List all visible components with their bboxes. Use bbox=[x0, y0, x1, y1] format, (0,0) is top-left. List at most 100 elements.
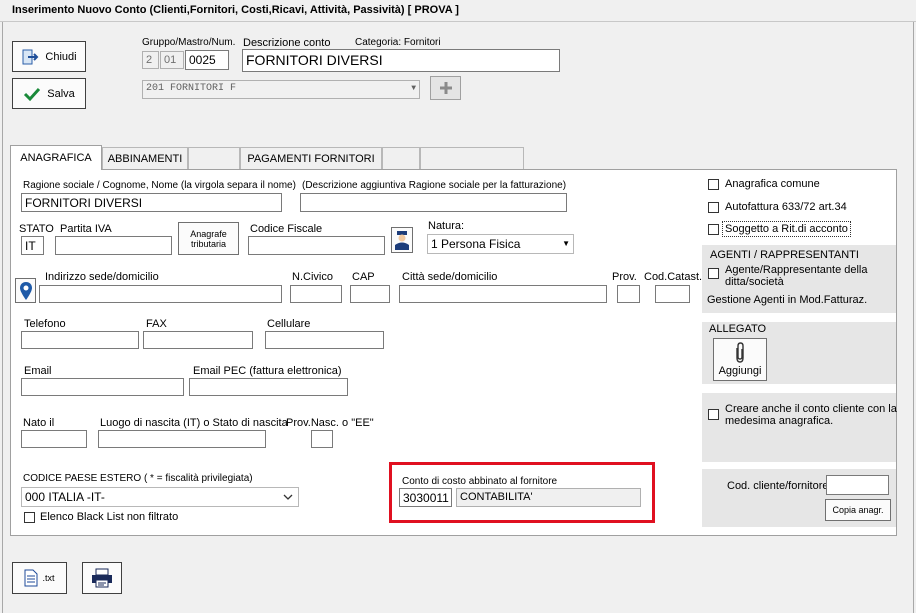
tab-pagamenti-label: PAGAMENTI FORNITORI bbox=[247, 152, 375, 165]
text-file-icon bbox=[24, 569, 38, 587]
agente-label-2: ditta/società bbox=[725, 276, 784, 288]
paperclip-icon bbox=[736, 342, 744, 363]
autofattura-label: Autofattura 633/72 art.34 bbox=[725, 201, 847, 213]
printer-icon bbox=[92, 568, 112, 588]
category-label: Categoria: Fornitori bbox=[355, 37, 441, 48]
gestione-agenti-label: Gestione Agenti in Mod.Fatturaz. bbox=[707, 294, 868, 306]
crea-cliente-checkbox[interactable] bbox=[708, 409, 719, 420]
exit-icon bbox=[22, 49, 39, 64]
close-label: Chiudi bbox=[45, 50, 77, 63]
civico-field[interactable] bbox=[290, 285, 342, 303]
fax-label: FAX bbox=[146, 318, 167, 330]
copia-anagrafica-button[interactable]: Copia anagr. bbox=[825, 499, 891, 521]
desc-aggiuntiva-label: (Descrizione aggiuntiva Ragione sociale … bbox=[302, 180, 567, 191]
mastro-field: 01 bbox=[160, 51, 184, 69]
map-button[interactable] bbox=[15, 278, 36, 303]
mastro-select[interactable]: 201 FORNITORI F ▼ bbox=[142, 80, 420, 99]
code-label: Gruppo/Mastro/Num. bbox=[142, 37, 236, 48]
autofattura-checkbox[interactable] bbox=[708, 202, 719, 213]
ragione-label: Ragione sociale / Cognome, Nome (la virg… bbox=[23, 180, 296, 191]
paese-estero-label: CODICE PAESE ESTERO ( * = fiscalità priv… bbox=[23, 473, 253, 484]
plus-icon bbox=[439, 82, 452, 94]
anag-comune-label: Anagrafica comune bbox=[725, 178, 820, 190]
aggiungi-button[interactable]: Aggiungi bbox=[713, 338, 767, 381]
prov-nascita-label: Prov.Nasc. o "EE" bbox=[286, 417, 374, 429]
gruppo-field: 2 bbox=[142, 51, 159, 69]
txt-label: .txt bbox=[42, 573, 55, 583]
description-field[interactable]: FORNITORI DIVERSI bbox=[242, 49, 560, 72]
checkmark-icon bbox=[24, 87, 41, 101]
crea-cliente-label-1: Creare anche il conto cliente con la bbox=[725, 403, 897, 415]
luogo-nascita-field[interactable] bbox=[98, 430, 266, 448]
anagrafe-label-2: tributaria bbox=[190, 238, 226, 249]
tab-pagamenti[interactable]: PAGAMENTI FORNITORI bbox=[240, 147, 382, 169]
save-button[interactable]: Salva bbox=[12, 78, 86, 109]
codice-fiscale-label: Codice Fiscale bbox=[250, 223, 323, 235]
anagrafe-label-1: Anagrafe bbox=[190, 228, 227, 239]
prov-field[interactable] bbox=[617, 285, 640, 303]
cellulare-label: Cellulare bbox=[267, 318, 311, 330]
email-field[interactable] bbox=[21, 378, 184, 396]
cellulare-field[interactable] bbox=[265, 331, 384, 349]
print-button[interactable] bbox=[82, 562, 122, 594]
civico-label: N.Civico bbox=[292, 271, 333, 283]
title-bar: Inserimento Nuovo Conto (Clienti,Fornito… bbox=[0, 0, 916, 22]
desc-aggiuntiva-field[interactable] bbox=[300, 193, 567, 212]
piva-field[interactable] bbox=[55, 236, 172, 255]
chevron-down-icon bbox=[283, 494, 293, 500]
natura-select[interactable]: 1 Persona Fisica ▼ bbox=[427, 234, 574, 254]
save-label: Salva bbox=[47, 87, 75, 100]
piva-label: Partita IVA bbox=[60, 223, 112, 235]
anagrafe-tributaria-button[interactable]: Anagrafe tributaria bbox=[178, 222, 239, 255]
telefono-field[interactable] bbox=[21, 331, 139, 349]
agenti-title: AGENTI / RAPPRESENTANTI bbox=[710, 249, 859, 261]
tab-anagrafica-label: ANAGRAFICA bbox=[20, 152, 92, 164]
catast-field[interactable] bbox=[655, 285, 690, 303]
indirizzo-label: Indirizzo sede/domicilio bbox=[45, 271, 159, 283]
crea-cliente-label-2: medesima anagrafica. bbox=[725, 415, 834, 427]
anag-comune-checkbox[interactable] bbox=[708, 179, 719, 190]
ragione-field[interactable]: FORNITORI DIVERSI bbox=[21, 193, 282, 212]
pec-field[interactable] bbox=[189, 378, 348, 396]
cod-cliente-label: Cod. cliente/fornitore bbox=[727, 480, 829, 492]
window-title: Inserimento Nuovo Conto (Clienti,Fornito… bbox=[12, 4, 459, 16]
fax-field[interactable] bbox=[143, 331, 253, 349]
blacklist-checkbox[interactable] bbox=[24, 512, 35, 523]
nato-label: Nato il bbox=[23, 417, 55, 429]
aggiungi-label: Aggiungi bbox=[718, 365, 762, 377]
chevron-down-icon: ▼ bbox=[562, 239, 570, 248]
stato-label: STATO bbox=[19, 223, 54, 235]
tab-abbinamenti[interactable]: ABBINAMENTI bbox=[102, 147, 188, 169]
export-txt-button[interactable]: .txt bbox=[12, 562, 67, 594]
citta-field[interactable] bbox=[399, 285, 607, 303]
catast-label: Cod.Catast. bbox=[644, 271, 703, 283]
ritenuta-checkbox[interactable] bbox=[708, 224, 719, 235]
prov-label: Prov. bbox=[612, 271, 637, 283]
email-label: Email bbox=[24, 365, 52, 377]
close-button[interactable]: Chiudi bbox=[12, 41, 86, 72]
prov-nascita-field[interactable] bbox=[311, 430, 333, 448]
citta-label: Città sede/domicilio bbox=[402, 271, 498, 283]
chevron-down-icon: ▼ bbox=[411, 84, 416, 93]
officer-button[interactable] bbox=[391, 227, 413, 253]
ritenuta-label: Soggetto a Rit.di acconto bbox=[722, 221, 851, 237]
location-pin-icon bbox=[19, 281, 32, 300]
add-mastro-button[interactable] bbox=[430, 76, 461, 100]
cod-cliente-field[interactable] bbox=[826, 475, 889, 495]
tab-empty-2[interactable] bbox=[382, 147, 420, 169]
paese-estero-value: 000 ITALIA -IT- bbox=[25, 490, 105, 504]
telefono-label: Telefono bbox=[24, 318, 66, 330]
tab-empty-1[interactable] bbox=[188, 147, 240, 169]
paese-estero-select[interactable]: 000 ITALIA -IT- bbox=[21, 487, 299, 507]
cap-field[interactable] bbox=[350, 285, 390, 303]
police-officer-icon bbox=[395, 231, 409, 250]
agente-checkbox[interactable] bbox=[708, 268, 719, 279]
indirizzo-field[interactable] bbox=[39, 285, 282, 303]
codice-fiscale-field[interactable] bbox=[248, 236, 385, 255]
tab-anagrafica[interactable]: ANAGRAFICA bbox=[10, 145, 102, 170]
natura-label: Natura: bbox=[428, 220, 465, 232]
tab-empty-3[interactable] bbox=[420, 147, 524, 169]
numero-field[interactable]: 0025 bbox=[185, 50, 229, 70]
nato-field[interactable] bbox=[21, 430, 87, 448]
stato-field[interactable]: IT bbox=[21, 236, 44, 255]
